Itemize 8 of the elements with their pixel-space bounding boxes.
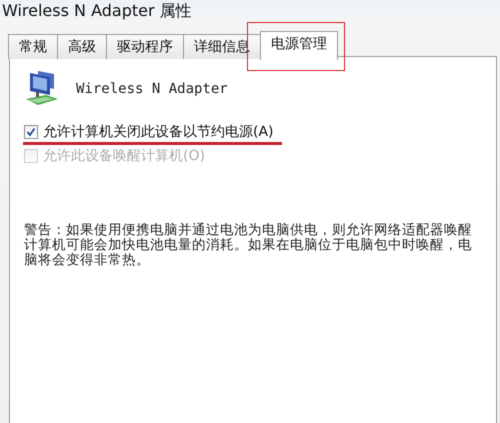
tab[interactable]: 常规	[8, 34, 58, 59]
checkbox-label[interactable]: 允许计算机关闭此设备以节约电源(A)	[43, 123, 274, 141]
warning-text: 警告：如果使用便携电脑并通过电池为电脑供电，则允许网络适配器唤醒计算机可能会加快电池电量的消耗。如果在电脑位于电脑包中时唤醒，电脑将会变得非常热。	[24, 223, 473, 268]
tab[interactable]: 电源管理	[260, 31, 338, 60]
window-title: Wireless N Adapter 属性	[2, 1, 192, 22]
device-name: Wireless N Adapter	[76, 81, 228, 97]
tab[interactable]: 驱动程序	[106, 34, 184, 59]
tab[interactable]: 高级	[57, 34, 107, 59]
